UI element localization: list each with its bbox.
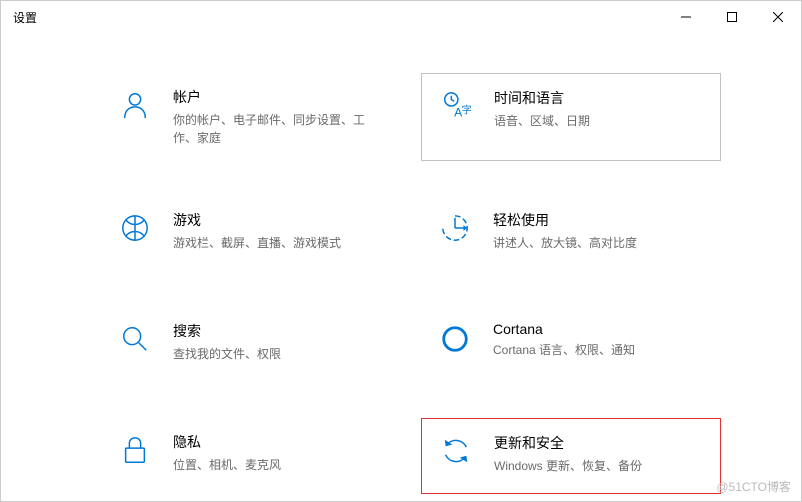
privacy-icon [119,434,151,466]
window-title: 设置 [13,9,37,26]
text-wrapper: 帐户 你的帐户、电子邮件、同步设置、工作、家庭 [173,87,383,147]
minimize-icon [681,12,691,22]
item-desc: 讲述人、放大镜、高对比度 [493,234,637,252]
text-wrapper: 隐私 位置、相机、麦克风 [173,432,281,474]
titlebar: 设置 [1,1,801,33]
svg-text:字: 字 [462,104,471,117]
setting-item-accounts[interactable]: 帐户 你的帐户、电子邮件、同步设置、工作、家庭 [101,73,401,161]
watermark: @51CTO博客 [716,478,791,495]
cortana-icon [439,323,471,355]
minimize-button[interactable] [663,1,709,33]
setting-item-cortana[interactable]: Cortana Cortana 语言、权限、通知 [421,307,721,383]
setting-item-gaming[interactable]: 游戏 游戏栏、截屏、直播、游戏模式 [101,196,401,272]
maximize-button[interactable] [709,1,755,33]
item-desc: Windows 更新、恢复、备份 [494,457,642,475]
text-wrapper: Cortana Cortana 语言、权限、通知 [493,321,635,359]
item-title: 游戏 [173,210,341,230]
item-title: 时间和语言 [494,88,590,108]
text-wrapper: 时间和语言 语音、区域、日期 [494,88,590,130]
text-wrapper: 更新和安全 Windows 更新、恢复、备份 [494,433,642,475]
update-security-icon [440,435,472,467]
item-title: 搜索 [173,321,281,341]
text-wrapper: 搜索 查找我的文件、权限 [173,321,281,363]
item-desc: 查找我的文件、权限 [173,345,281,363]
close-button[interactable] [755,1,801,33]
setting-item-privacy[interactable]: 隐私 位置、相机、麦克风 [101,418,401,494]
item-title: 轻松使用 [493,210,637,230]
item-title: 更新和安全 [494,433,642,453]
item-desc: Cortana 语言、权限、通知 [493,341,635,359]
setting-item-update-security[interactable]: 更新和安全 Windows 更新、恢复、备份 [421,418,721,494]
setting-item-time-language[interactable]: A字 时间和语言 语音、区域、日期 [421,73,721,161]
maximize-icon [727,12,737,22]
time-language-icon: A字 [440,90,472,122]
item-desc: 你的帐户、电子邮件、同步设置、工作、家庭 [173,111,383,147]
close-icon [773,12,783,22]
settings-grid: 帐户 你的帐户、电子邮件、同步设置、工作、家庭 A字 时间和语言 语音、区域、日… [1,33,801,494]
item-desc: 语音、区域、日期 [494,112,590,130]
setting-item-ease-of-access[interactable]: 轻松使用 讲述人、放大镜、高对比度 [421,196,721,272]
item-desc: 游戏栏、截屏、直播、游戏模式 [173,234,341,252]
item-title: Cortana [493,321,635,337]
setting-item-search[interactable]: 搜索 查找我的文件、权限 [101,307,401,383]
item-desc: 位置、相机、麦克风 [173,456,281,474]
text-wrapper: 轻松使用 讲述人、放大镜、高对比度 [493,210,637,252]
gaming-icon [119,212,151,244]
text-wrapper: 游戏 游戏栏、截屏、直播、游戏模式 [173,210,341,252]
item-title: 帐户 [173,87,383,107]
ease-of-access-icon [439,212,471,244]
accounts-icon [119,89,151,121]
item-title: 隐私 [173,432,281,452]
search-icon [119,323,151,355]
window-controls [663,1,801,33]
